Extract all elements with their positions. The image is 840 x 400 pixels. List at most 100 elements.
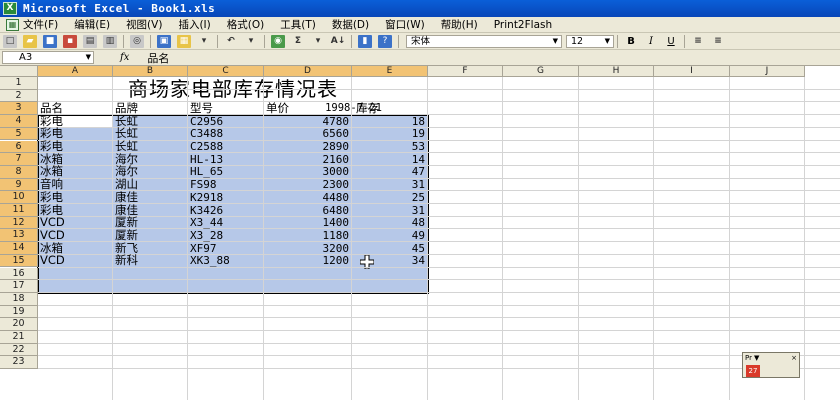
column-header-b[interactable]: B bbox=[113, 66, 188, 77]
row-header-12[interactable]: 12 bbox=[0, 216, 38, 230]
row-header-3[interactable]: 3 bbox=[0, 102, 38, 116]
cell-e7[interactable]: 14 bbox=[354, 153, 425, 166]
row-header-22[interactable]: 22 bbox=[0, 343, 38, 357]
new-file-icon[interactable]: □ bbox=[3, 34, 17, 48]
cell-c4[interactable]: C2956 bbox=[190, 115, 261, 128]
autosum-icon[interactable]: Σ bbox=[291, 35, 305, 48]
redo-icon[interactable]: ▾ bbox=[244, 35, 258, 48]
cell-d13[interactable]: 1180 bbox=[266, 229, 350, 242]
print-icon[interactable]: ▤ bbox=[83, 34, 97, 48]
row-header-5[interactable]: 5 bbox=[0, 127, 38, 141]
cell-b4[interactable]: 长虹 bbox=[115, 115, 185, 128]
cell-a8[interactable]: 冰箱 bbox=[40, 165, 110, 178]
worksheet-grid[interactable]: 商场家电部库存情况表 1998-7-21 ABCDEFGHIJ123456789… bbox=[0, 66, 840, 400]
cell-b14[interactable]: 新飞 bbox=[115, 242, 185, 255]
cell-e14[interactable]: 45 bbox=[354, 242, 425, 255]
row-header-17[interactable]: 17 bbox=[0, 280, 38, 293]
cell-a14[interactable]: 冰箱 bbox=[40, 242, 110, 255]
cell-c9[interactable]: FS98 bbox=[190, 178, 261, 191]
cell-b10[interactable]: 康佳 bbox=[115, 191, 185, 204]
cell-d11[interactable]: 6480 bbox=[266, 204, 350, 217]
row-header-19[interactable]: 19 bbox=[0, 305, 38, 319]
menu-window[interactable]: 窗口(W) bbox=[385, 17, 425, 32]
cell-c10[interactable]: K2918 bbox=[190, 191, 261, 204]
row-header-6[interactable]: 6 bbox=[0, 140, 38, 154]
cell-a9[interactable]: 音响 bbox=[40, 178, 110, 191]
copy-icon[interactable]: ▣ bbox=[157, 34, 171, 48]
cell-e5[interactable]: 19 bbox=[354, 127, 425, 140]
menu-file[interactable]: 文件(F) bbox=[23, 17, 58, 32]
cell-b7[interactable]: 海尔 bbox=[115, 153, 185, 166]
cell-a10[interactable]: 彩电 bbox=[40, 191, 110, 204]
row-header-2[interactable]: 2 bbox=[0, 89, 38, 103]
header-cell-b[interactable]: 品牌 bbox=[115, 102, 186, 115]
cell-d10[interactable]: 4480 bbox=[266, 191, 350, 204]
cell-d9[interactable]: 2300 bbox=[266, 178, 350, 191]
research-icon[interactable]: ◎ bbox=[130, 34, 144, 48]
save-icon[interactable]: ■ bbox=[43, 34, 57, 48]
cell-c7[interactable]: HL-13 bbox=[190, 153, 261, 166]
cell-c6[interactable]: C2588 bbox=[190, 140, 261, 153]
permission-icon[interactable]: ▪ bbox=[63, 34, 77, 48]
cell-a6[interactable]: 彩电 bbox=[40, 140, 110, 153]
cell-a12[interactable]: VCD bbox=[40, 216, 110, 229]
row-header-4[interactable]: 4 bbox=[0, 115, 38, 128]
row-header-15[interactable]: 15 bbox=[0, 254, 38, 268]
cell-c13[interactable]: X3_28 bbox=[190, 229, 261, 242]
autosum-dropdown-icon[interactable]: ▾ bbox=[311, 35, 325, 48]
column-header-d[interactable]: D bbox=[264, 66, 352, 77]
cell-a4[interactable]: 彩电 bbox=[40, 115, 110, 128]
cell-a15[interactable]: VCD bbox=[40, 254, 110, 267]
cell-b8[interactable]: 海尔 bbox=[115, 165, 185, 178]
row-header-23[interactable]: 23 bbox=[0, 356, 38, 370]
open-folder-icon[interactable]: ▰ bbox=[23, 34, 37, 48]
menu-insert[interactable]: 插入(I) bbox=[178, 17, 210, 32]
menu-help[interactable]: 帮助(H) bbox=[441, 17, 478, 32]
chevron-down-icon[interactable]: ▼ bbox=[754, 354, 759, 362]
formula-input[interactable]: 品名 bbox=[147, 50, 169, 66]
cell-d12[interactable]: 1400 bbox=[266, 216, 350, 229]
align-left-icon[interactable]: ≡ bbox=[691, 35, 705, 48]
cell-e11[interactable]: 31 bbox=[354, 204, 425, 217]
cell-d4[interactable]: 4780 bbox=[266, 115, 350, 128]
name-box[interactable]: A3 ▼ bbox=[2, 51, 94, 64]
row-header-1[interactable]: 1 bbox=[0, 77, 38, 90]
column-header-f[interactable]: F bbox=[428, 66, 503, 77]
cell-d7[interactable]: 2160 bbox=[266, 153, 350, 166]
dropdown-arrow-icon[interactable]: ▾ bbox=[197, 35, 211, 48]
header-cell-d[interactable]: 单价 bbox=[266, 102, 350, 115]
cell-a13[interactable]: VCD bbox=[40, 229, 110, 242]
cell-c5[interactable]: C3488 bbox=[190, 127, 261, 140]
cell-b15[interactable]: 新科 bbox=[115, 254, 185, 267]
cell-d15[interactable]: 1200 bbox=[266, 254, 350, 267]
header-cell-c[interactable]: 型号 bbox=[190, 102, 262, 115]
cell-c12[interactable]: X3_44 bbox=[190, 216, 261, 229]
row-header-16[interactable]: 16 bbox=[0, 267, 38, 281]
row-header-13[interactable]: 13 bbox=[0, 229, 38, 243]
header-cell-e[interactable]: 库存 bbox=[356, 102, 428, 115]
cell-c15[interactable]: XK3_88 bbox=[190, 254, 261, 267]
row-header-14[interactable]: 14 bbox=[0, 242, 38, 255]
font-name-select[interactable]: 宋体 ▼ bbox=[406, 34, 562, 48]
cell-a7[interactable]: 冰箱 bbox=[40, 153, 110, 166]
cell-e15[interactable]: 34 bbox=[354, 254, 425, 267]
column-header-j[interactable]: J bbox=[730, 66, 805, 77]
column-header-c[interactable]: C bbox=[188, 66, 264, 77]
print-preview-icon[interactable]: ▥ bbox=[103, 34, 117, 48]
menu-tools[interactable]: 工具(T) bbox=[280, 17, 316, 32]
close-icon[interactable]: × bbox=[791, 354, 797, 362]
bold-button[interactable]: B bbox=[624, 35, 638, 48]
cell-b6[interactable]: 长虹 bbox=[115, 140, 185, 153]
cell-a5[interactable]: 彩电 bbox=[40, 127, 110, 140]
help-icon[interactable]: ? bbox=[378, 34, 392, 48]
align-center-icon[interactable]: ≡ bbox=[711, 35, 725, 48]
row-header-20[interactable]: 20 bbox=[0, 318, 38, 331]
hyperlink-icon[interactable]: ◉ bbox=[271, 34, 285, 48]
column-header-e[interactable]: E bbox=[352, 66, 428, 77]
column-header-a[interactable]: A bbox=[38, 66, 113, 77]
row-header-11[interactable]: 11 bbox=[0, 204, 38, 217]
cell-c8[interactable]: HL_65 bbox=[190, 165, 261, 179]
sort-ascending-icon[interactable]: A↓ bbox=[331, 35, 346, 48]
workbook-icon[interactable]: ▦ bbox=[6, 18, 19, 31]
row-header-8[interactable]: 8 bbox=[0, 165, 38, 179]
